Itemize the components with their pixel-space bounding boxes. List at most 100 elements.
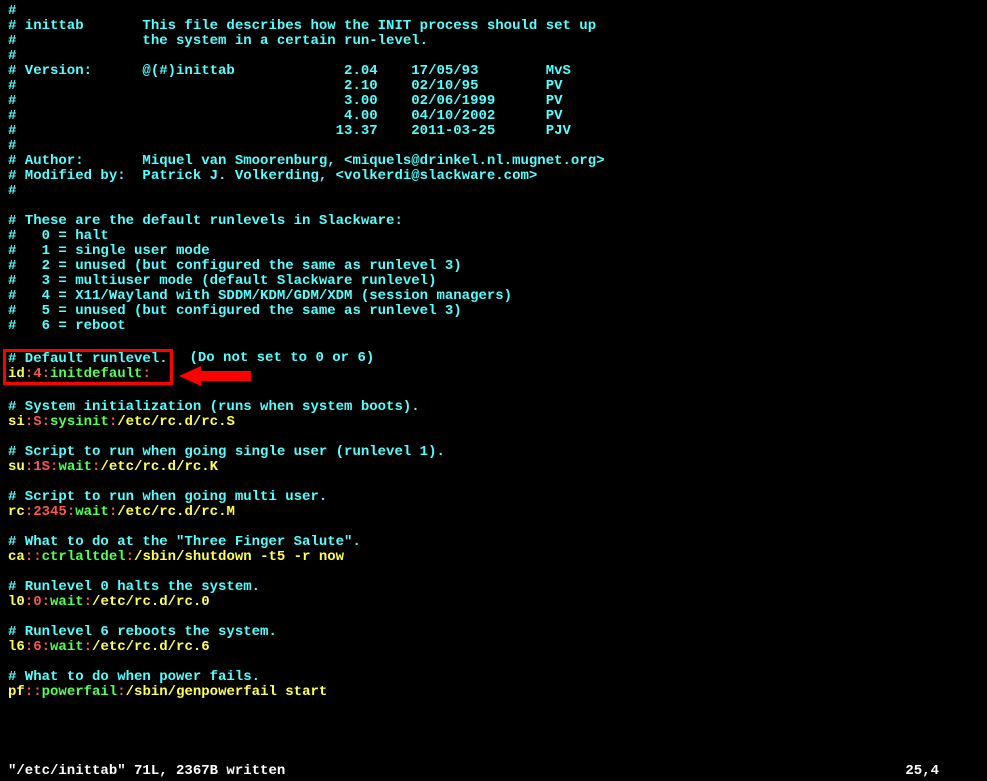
code-line: #	[8, 139, 979, 154]
code-line	[8, 385, 979, 400]
code-line: # Version: @(#)inittab 2.04 17/05/93 MvS	[8, 64, 979, 79]
code-text: #	[8, 138, 16, 154]
code-text: l6	[8, 639, 25, 655]
code-text: :	[67, 504, 75, 520]
code-line: # Runlevel 6 reboots the system.	[8, 625, 979, 640]
code-line: # 4 = X11/Wayland with SDDM/KDM/GDM/XDM …	[8, 289, 979, 304]
code-line: # What to do when power fails.	[8, 670, 979, 685]
code-text: # 4 = X11/Wayland with SDDM/KDM/GDM/XDM …	[8, 288, 512, 304]
code-text: # 4.00 04/10/2002 PV	[8, 108, 563, 124]
code-line	[8, 655, 979, 670]
annotation-arrow-stem	[201, 371, 251, 381]
code-text: :	[25, 639, 33, 655]
code-text: 4	[33, 366, 41, 382]
code-text: :	[42, 414, 50, 430]
code-text: # 5 = unused (but configured the same as…	[8, 303, 462, 319]
code-text: :	[42, 639, 50, 655]
code-text: :	[25, 459, 33, 475]
code-line: # 3 = multiuser mode (default Slackware …	[8, 274, 979, 289]
code-text: :	[25, 504, 33, 520]
vim-status-bar: "/etc/inittab" 71L, 2367B written 25,4	[0, 762, 987, 781]
code-text: /sbin/shutdown -t5 -r now	[134, 549, 344, 565]
code-text: :	[25, 594, 33, 610]
code-line: # 6 = reboot	[8, 319, 979, 334]
code-text: ca	[8, 549, 25, 565]
code-text: # 1 = single user mode	[8, 243, 210, 259]
code-text: # What to do at the "Three Finger Salute…	[8, 534, 361, 550]
code-line: su:1S:wait:/etc/rc.d/rc.K	[8, 460, 979, 475]
code-line: # 4.00 04/10/2002 PV	[8, 109, 979, 124]
code-text: :	[25, 414, 33, 430]
code-text: #	[8, 48, 16, 64]
code-line	[8, 430, 979, 445]
code-text: 6	[33, 639, 41, 655]
code-text: #	[8, 3, 16, 19]
code-text: pf	[8, 684, 25, 700]
code-text: :	[84, 639, 92, 655]
code-line: # These are the default runlevels in Sla…	[8, 214, 979, 229]
code-line: # 1 = single user mode	[8, 244, 979, 259]
code-text: # Runlevel 0 halts the system.	[8, 579, 260, 595]
code-text: # 3.00 02/06/1999 PV	[8, 93, 563, 109]
code-line: # 13.37 2011-03-25 PJV	[8, 124, 979, 139]
code-text: /etc/rc.d/rc.M	[117, 504, 235, 520]
code-text: # the system in a certain run-level.	[8, 33, 428, 49]
code-text: :	[117, 684, 125, 700]
code-text: # System initialization (runs when syste…	[8, 399, 420, 415]
code-text: initdefault	[50, 366, 142, 382]
text-editor-viewport[interactable]: ## inittab This file describes how the I…	[0, 0, 987, 704]
code-text: si	[8, 414, 25, 430]
code-line: ca::ctrlaltdel:/sbin/shutdown -t5 -r now	[8, 550, 979, 565]
annotation-arrow-icon	[179, 366, 201, 386]
code-line: #	[8, 49, 979, 64]
code-line	[8, 520, 979, 535]
code-line: l6:6:wait:/etc/rc.d/rc.6	[8, 640, 979, 655]
code-text: # What to do when power fails.	[8, 669, 260, 685]
code-line: si:S:sysinit:/etc/rc.d/rc.S	[8, 415, 979, 430]
code-text: /sbin/genpowerfail start	[126, 684, 328, 700]
code-text: # 3 = multiuser mode (default Slackware …	[8, 273, 436, 289]
code-text: :	[42, 366, 50, 382]
code-line: # Script to run when going single user (…	[8, 445, 979, 460]
code-text: ::	[25, 549, 42, 565]
code-text: /etc/rc.d/rc.6	[92, 639, 210, 655]
code-line	[8, 199, 979, 214]
code-text: :	[126, 549, 134, 565]
status-file-info: "/etc/inittab" 71L, 2367B written	[8, 764, 905, 779]
code-text: /etc/rc.d/rc.0	[92, 594, 210, 610]
code-text: wait	[58, 459, 92, 475]
code-text: wait	[50, 594, 84, 610]
code-text: # Author: Miquel van Smoorenburg, <mique…	[8, 153, 605, 169]
code-text: # Script to run when going single user (…	[8, 444, 445, 460]
code-text: :	[109, 414, 117, 430]
code-text: :	[25, 366, 33, 382]
code-text: # Runlevel 6 reboots the system.	[8, 624, 277, 640]
code-line: pf::powerfail:/sbin/genpowerfail start	[8, 685, 979, 700]
code-text: # 0 = halt	[8, 228, 109, 244]
code-line: # 0 = halt	[8, 229, 979, 244]
code-text: # 6 = reboot	[8, 318, 126, 334]
code-text: rc	[8, 504, 25, 520]
code-text: id	[8, 366, 25, 382]
code-text: wait	[75, 504, 109, 520]
code-line: # Script to run when going multi user.	[8, 490, 979, 505]
code-line: #	[8, 184, 979, 199]
code-line: # inittab This file describes how the IN…	[8, 19, 979, 34]
code-text: 1S	[33, 459, 50, 475]
code-text: wait	[50, 639, 84, 655]
code-line	[8, 565, 979, 580]
code-text: 2345	[33, 504, 67, 520]
code-text: /etc/rc.d/rc.K	[100, 459, 218, 475]
code-line	[8, 334, 979, 349]
code-line	[8, 610, 979, 625]
status-cursor-pos: 25,4	[905, 764, 979, 779]
code-text: :	[42, 594, 50, 610]
code-line: # 3.00 02/06/1999 PV	[8, 94, 979, 109]
code-text: # Default runlevel.	[8, 351, 168, 367]
highlighted-runlevel-box: # Default runlevel.id:4:initdefault:	[3, 349, 173, 385]
code-line: # 2.10 02/10/95 PV	[8, 79, 979, 94]
code-text: # 2.10 02/10/95 PV	[8, 78, 563, 94]
code-text: #	[8, 183, 16, 199]
code-text: l0	[8, 594, 25, 610]
code-line: # the system in a certain run-level.	[8, 34, 979, 49]
